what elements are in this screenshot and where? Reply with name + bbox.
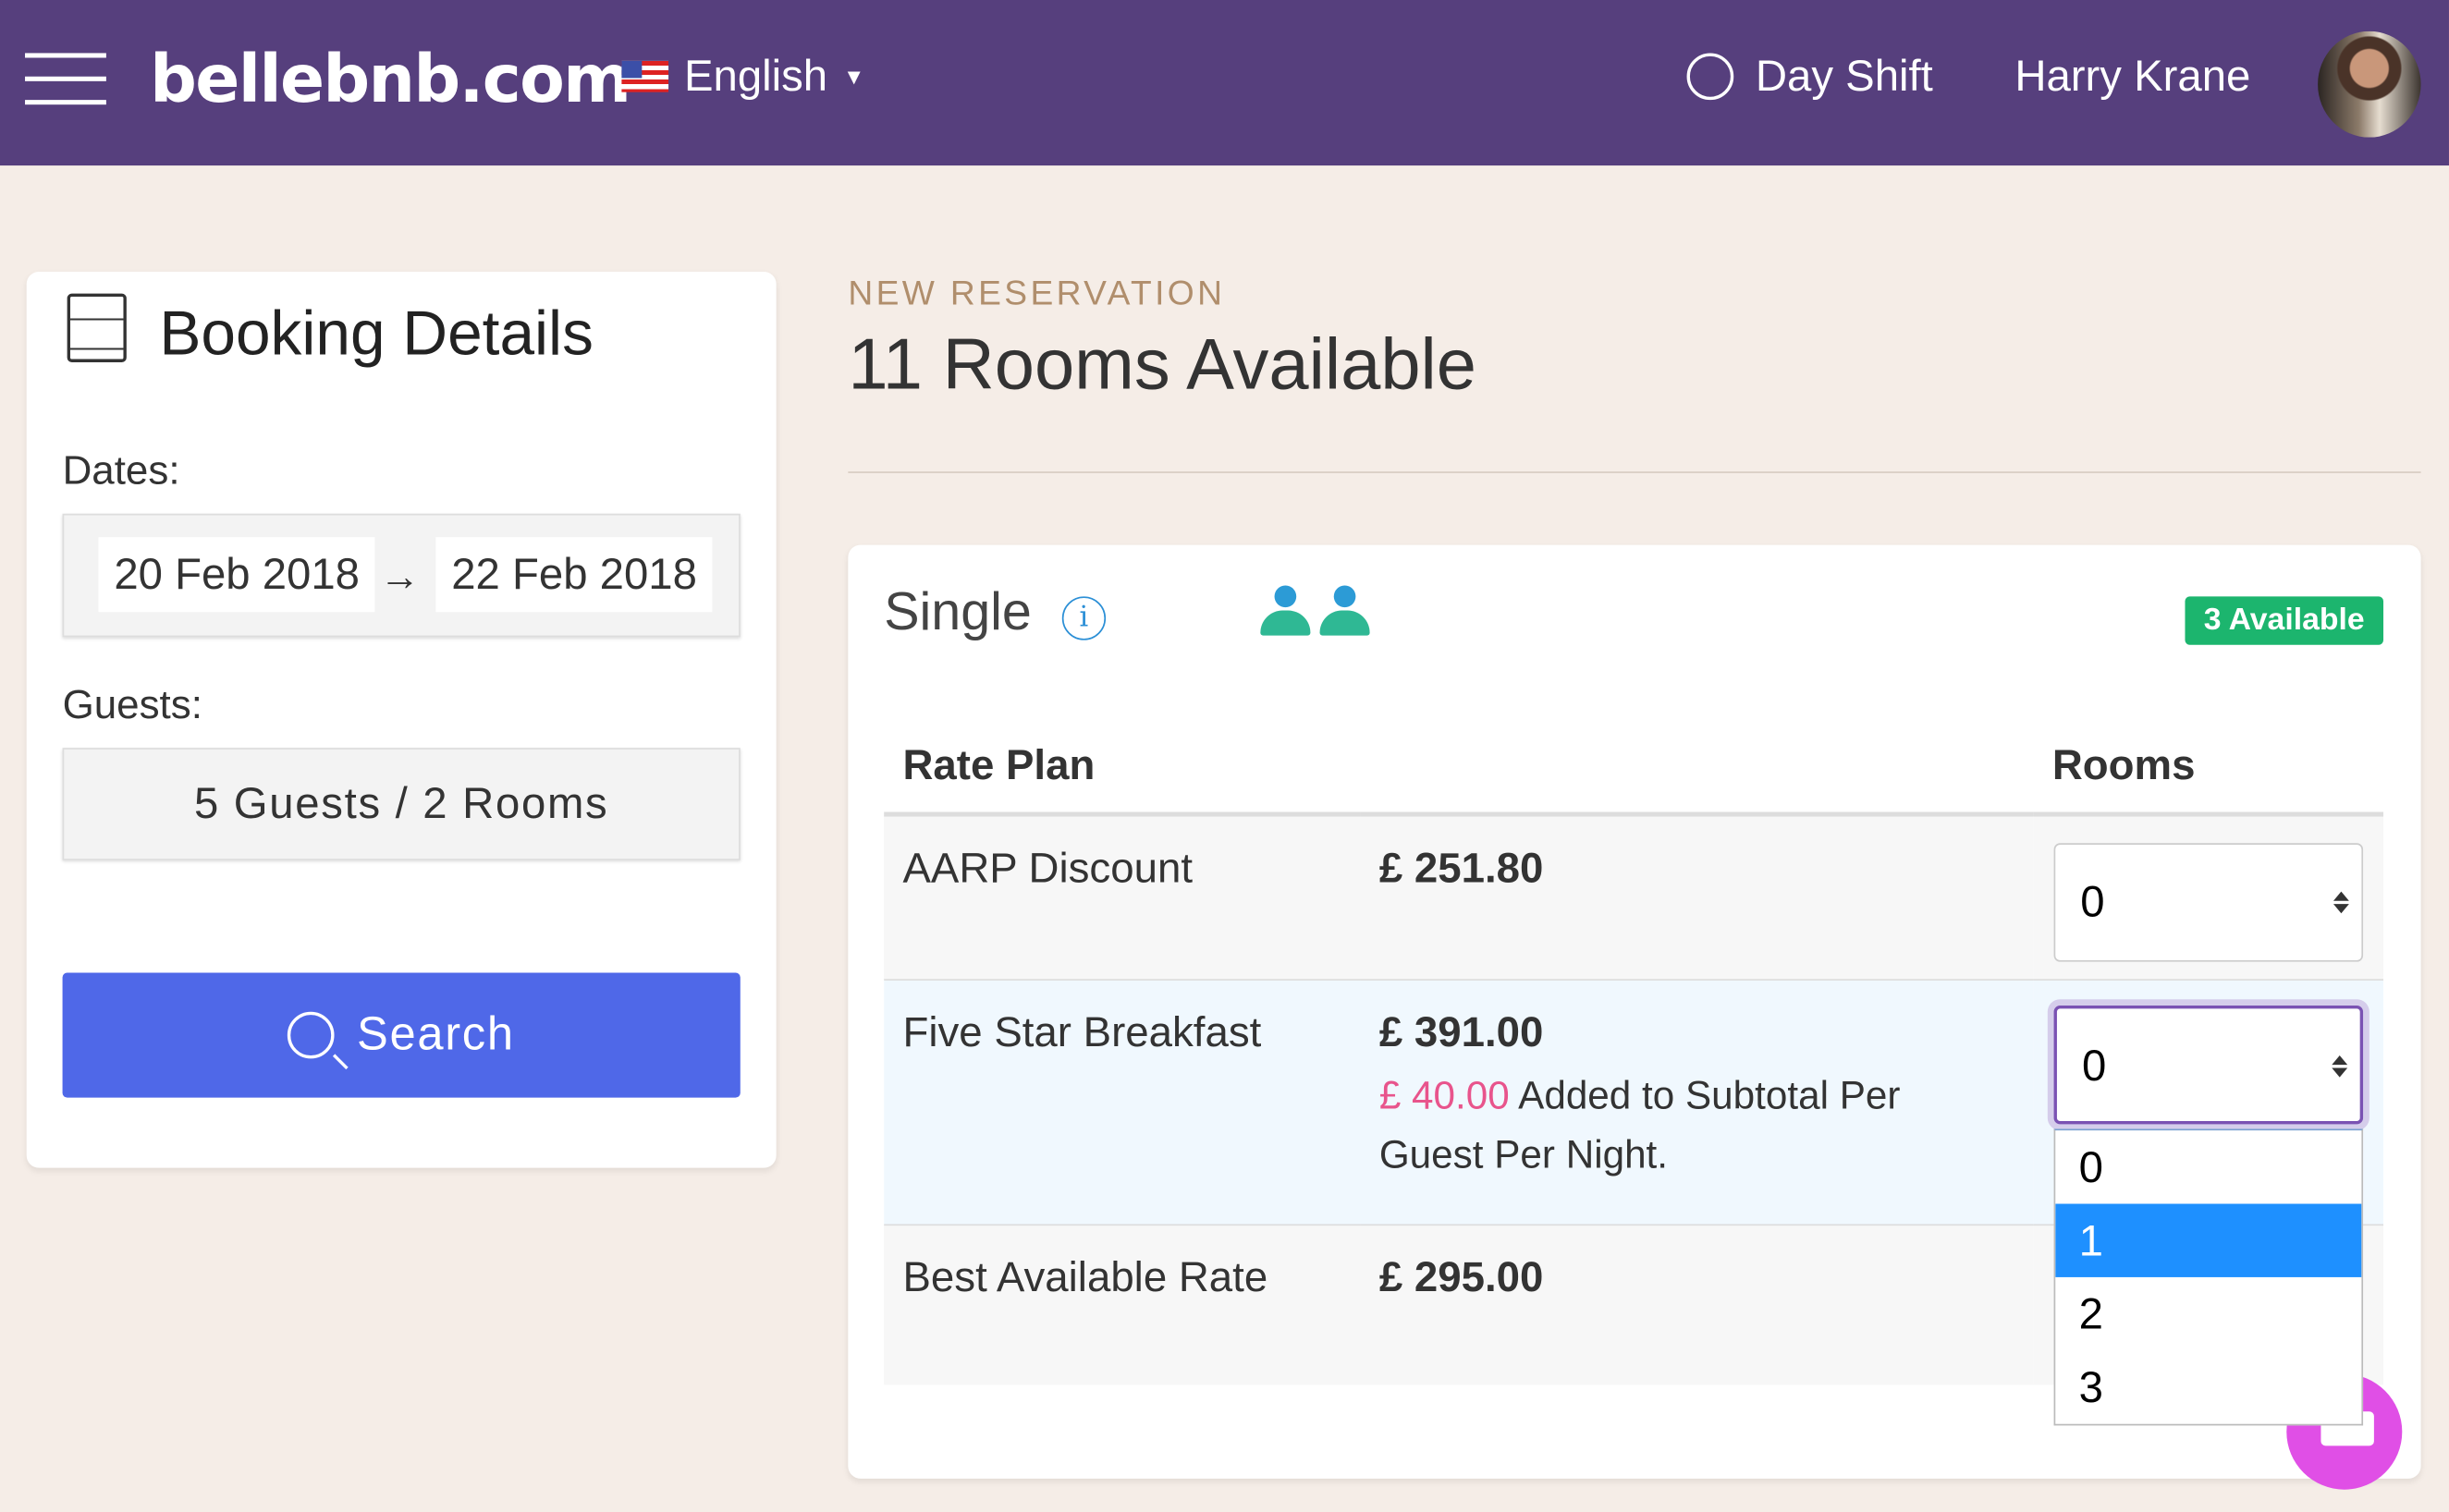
person-icon: [1260, 585, 1311, 636]
rooms-select-aarp[interactable]: 0: [2053, 843, 2364, 962]
option[interactable]: 0: [2055, 1130, 2361, 1203]
col-rate-plan: Rate Plan: [884, 719, 1361, 817]
room-name: Single: [884, 582, 1032, 642]
caret-down-icon: ▼: [843, 64, 865, 90]
logo[interactable]: bellebnb.com: [150, 41, 631, 117]
language-label: English: [683, 51, 828, 101]
rate-name: Best Available Rate: [884, 1224, 1361, 1385]
user-name[interactable]: Harry Krane: [2014, 52, 2250, 102]
rate-name: AARP Discount: [884, 813, 1361, 981]
panel-title: Booking Details: [159, 299, 594, 369]
option[interactable]: 3: [2055, 1350, 2361, 1423]
shift-label: Day Shift: [1755, 51, 1933, 101]
option-highlighted[interactable]: 1: [2055, 1203, 2362, 1277]
top-bar: bellebnb.com English ▼ Day Shift Harry Kr…: [0, 0, 2449, 166]
avatar[interactable]: [2318, 30, 2421, 138]
search-button[interactable]: Search: [62, 972, 741, 1098]
sun-icon: [1686, 53, 1734, 101]
addon-price: £ 40.00: [1378, 1074, 1510, 1118]
search-label: Search: [356, 1008, 515, 1061]
language-select[interactable]: English ▼: [621, 52, 864, 102]
divider: [848, 471, 2421, 473]
rate-price: £ 391.00: [1378, 1008, 1544, 1056]
rate-price: £ 251.80: [1360, 813, 2034, 981]
rooms-dropdown-list[interactable]: 0 1 2 3: [2053, 1128, 2364, 1426]
guests-label: Guests:: [62, 680, 202, 728]
page-title: 11 Rooms Available: [848, 323, 1477, 405]
date-from[interactable]: 20 Feb 2018: [98, 537, 375, 613]
us-flag-icon: [621, 60, 669, 92]
info-icon[interactable]: i: [1061, 596, 1107, 640]
occupancy: [1260, 585, 1370, 636]
select-value: 0: [2081, 1041, 2107, 1091]
availability-badge: 3 Available: [2185, 596, 2384, 645]
menu-icon[interactable]: [25, 53, 106, 105]
date-to[interactable]: 22 Feb 2018: [435, 537, 713, 613]
dates-label: Dates:: [62, 446, 180, 494]
col-rooms: Rooms: [2033, 719, 2384, 817]
person-icon: [1319, 585, 1370, 636]
shift-toggle[interactable]: Day Shift: [1686, 51, 1933, 102]
option[interactable]: 2: [2055, 1277, 2361, 1350]
booking-details-panel: Booking Details Dates: 20 Feb 2018 → 22 …: [26, 271, 777, 1168]
rate-name: Five Star Breakfast: [884, 979, 1361, 1225]
rooms-select-breakfast[interactable]: 0: [2053, 1005, 2364, 1125]
arrow-icon: →: [379, 553, 421, 600]
select-value: 0: [2080, 877, 2105, 926]
search-icon: [288, 1011, 336, 1059]
dates-field[interactable]: 20 Feb 2018 → 22 Feb 2018: [62, 513, 741, 638]
notepad-icon: [67, 293, 127, 362]
rate-price: £ 295.00: [1360, 1224, 2034, 1385]
guests-field[interactable]: 5 Guests / 2 Rooms: [62, 748, 741, 860]
eyebrow: NEW RESERVATION: [848, 273, 1226, 312]
